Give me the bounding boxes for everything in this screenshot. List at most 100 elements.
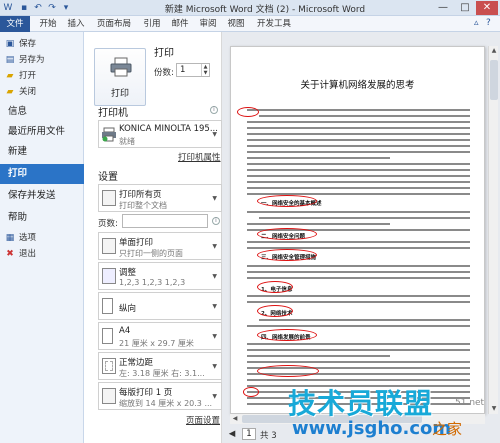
nav-options-label: 选项: [19, 233, 37, 243]
printer-info-icon[interactable]: i: [210, 106, 218, 114]
print-button[interactable]: 打印: [94, 48, 146, 106]
margins-icon: [102, 358, 116, 374]
settings-section-title: 设置: [98, 172, 118, 183]
preview-page: 关于计算机网络发展的思考 一、网络安全的基本概述 二、网络安全问题 三、网络安全…: [230, 46, 485, 414]
pages-icon: [102, 190, 116, 206]
margins-title: 正常边距: [119, 358, 154, 368]
scroll-down-icon[interactable]: ▼: [489, 404, 499, 414]
document-text-line: [259, 319, 470, 321]
pages-per-sheet-select[interactable]: 每版打印 1 页 缩放到 14 厘米 x 20.3 ... ▼: [98, 382, 222, 410]
title-bar: W ▪ ↶ ↷ ▾ 新建 Microsoft Word 文档 (2) - Mic…: [0, 0, 500, 16]
tab-home[interactable]: 开始: [38, 16, 58, 32]
exit-icon: ✖: [6, 249, 14, 259]
print-section-title: 打印: [154, 48, 174, 59]
nav-info[interactable]: 信息: [0, 102, 84, 122]
redo-icon[interactable]: ↷: [46, 2, 58, 14]
nav-exit[interactable]: ✖ 退出: [4, 246, 36, 262]
copies-input[interactable]: 1 ▲ ▼: [176, 63, 210, 77]
nav-new[interactable]: 新建: [0, 142, 84, 162]
collate-select[interactable]: 调整 1,2,3 1,2,3 1,2,3 ▼: [98, 262, 222, 290]
nav-open[interactable]: ▰ 打开: [4, 68, 36, 84]
document-text-line: [259, 115, 470, 117]
margins-select[interactable]: 正常边距 左: 3.18 厘米 右: 3.1... ▼: [98, 352, 222, 380]
sides-select[interactable]: 单面打印 只打印一侧的页面 ▼: [98, 232, 222, 260]
watermark-url: www.jsgho.com: [292, 418, 452, 439]
scroll-up-icon[interactable]: ▲: [489, 46, 499, 56]
undo-icon[interactable]: ↶: [32, 2, 44, 14]
nav-save-as[interactable]: ▤ 另存为: [4, 52, 45, 68]
watermark-side-text: 之家: [432, 420, 463, 438]
scroll-left-icon[interactable]: ◀: [230, 414, 240, 424]
nav-options[interactable]: ▦ 选项: [4, 230, 36, 246]
nav-help[interactable]: 帮助: [0, 208, 84, 228]
help-icon[interactable]: ?: [486, 18, 491, 28]
watermark-logo-text: 技术员联盟: [288, 387, 434, 420]
tab-insert[interactable]: 插入: [66, 16, 86, 32]
pages-per-sheet-icon: [102, 388, 116, 404]
minimize-ribbon-icon[interactable]: ▵: [474, 18, 479, 28]
margins-subtitle: 左: 3.18 厘米 右: 3.1...: [119, 369, 205, 378]
ribbon-tabs: 文件 开始 插入 页面布局 引用 邮件 审阅 视图 开发工具 ▵ ?: [0, 16, 500, 32]
collate-subtitle: 1,2,3 1,2,3 1,2,3: [119, 278, 186, 287]
tab-developer[interactable]: 开发工具: [254, 16, 294, 32]
printer-small-icon: [102, 127, 116, 142]
portrait-icon: [102, 298, 113, 314]
orientation-select[interactable]: 纵向 ▼: [98, 292, 222, 320]
document-text-line: [247, 187, 470, 189]
nav-close[interactable]: ▰ 关闭: [4, 84, 36, 100]
document-text-line: [247, 277, 470, 279]
options-icon: ▦: [5, 233, 15, 243]
nav-close-label: 关闭: [19, 87, 37, 97]
print-button-label: 打印: [110, 89, 129, 99]
pages-label: 页数:: [98, 219, 118, 229]
printer-section-title: 打印机: [98, 108, 128, 119]
nav-recent[interactable]: 最近所用文件: [0, 122, 84, 142]
close-button[interactable]: ✕: [476, 1, 498, 15]
print-range-title: 打印所有页: [119, 190, 162, 200]
document-text-line: [247, 223, 390, 225]
print-range-select[interactable]: 打印所有页 打印整个文档 ▼: [98, 184, 222, 212]
tab-review[interactable]: 审阅: [198, 16, 218, 32]
tab-references[interactable]: 引用: [142, 16, 162, 32]
collate-title: 调整: [119, 268, 137, 278]
current-page-input[interactable]: 1: [242, 428, 256, 440]
minimize-button[interactable]: —: [432, 1, 454, 15]
watermark-small-text: 51.net: [455, 398, 485, 408]
page-setup-link[interactable]: 页面设置: [186, 414, 220, 426]
tab-view[interactable]: 视图: [226, 16, 246, 32]
document-text-line: [247, 301, 470, 303]
nav-save-send[interactable]: 保存并发送: [0, 186, 84, 206]
copies-spinner-icon[interactable]: ▲ ▼: [201, 64, 209, 76]
annotation-oval: [257, 365, 319, 377]
annotation-oval: [257, 329, 317, 341]
document-text-line: [247, 379, 470, 381]
document-text-line: [247, 175, 470, 177]
page-total: 共 3: [260, 431, 277, 441]
tab-page-layout[interactable]: 页面布局: [94, 16, 134, 32]
nav-save[interactable]: ▣ 保存: [4, 36, 36, 52]
tab-mailings[interactable]: 邮件: [170, 16, 190, 32]
document-text-line: [247, 145, 470, 147]
document-title: 关于计算机网络发展的思考: [300, 80, 415, 91]
paper-size-select[interactable]: A4 21 厘米 x 29.7 厘米 ▼: [98, 322, 222, 350]
scroll-thumb[interactable]: [490, 60, 498, 100]
nav-print[interactable]: 打印: [0, 164, 84, 184]
document-text-line: [247, 169, 470, 171]
pages-input[interactable]: [122, 214, 208, 228]
document-text-line: [247, 271, 470, 273]
printer-properties-link[interactable]: 打印机属性: [178, 151, 221, 163]
document-text-line: [247, 157, 390, 159]
document-text-line: [247, 133, 470, 135]
quick-save-icon[interactable]: ▪: [18, 2, 30, 14]
maximize-button[interactable]: □: [454, 1, 476, 15]
pages-info-icon[interactable]: i: [212, 217, 220, 225]
paper-icon: [102, 328, 113, 344]
customize-toolbar-icon[interactable]: ▾: [60, 2, 72, 14]
previous-page-icon[interactable]: ◀: [226, 428, 238, 440]
document-text-line: [247, 181, 470, 183]
vertical-scrollbar[interactable]: ▲ ▼: [488, 46, 498, 414]
document-text-line: [247, 343, 470, 345]
chevron-down-icon: ▼: [212, 273, 217, 280]
tab-file[interactable]: 文件: [0, 16, 30, 32]
printer-select[interactable]: KONICA MINOLTA 195... 就绪 ▼: [98, 120, 222, 148]
